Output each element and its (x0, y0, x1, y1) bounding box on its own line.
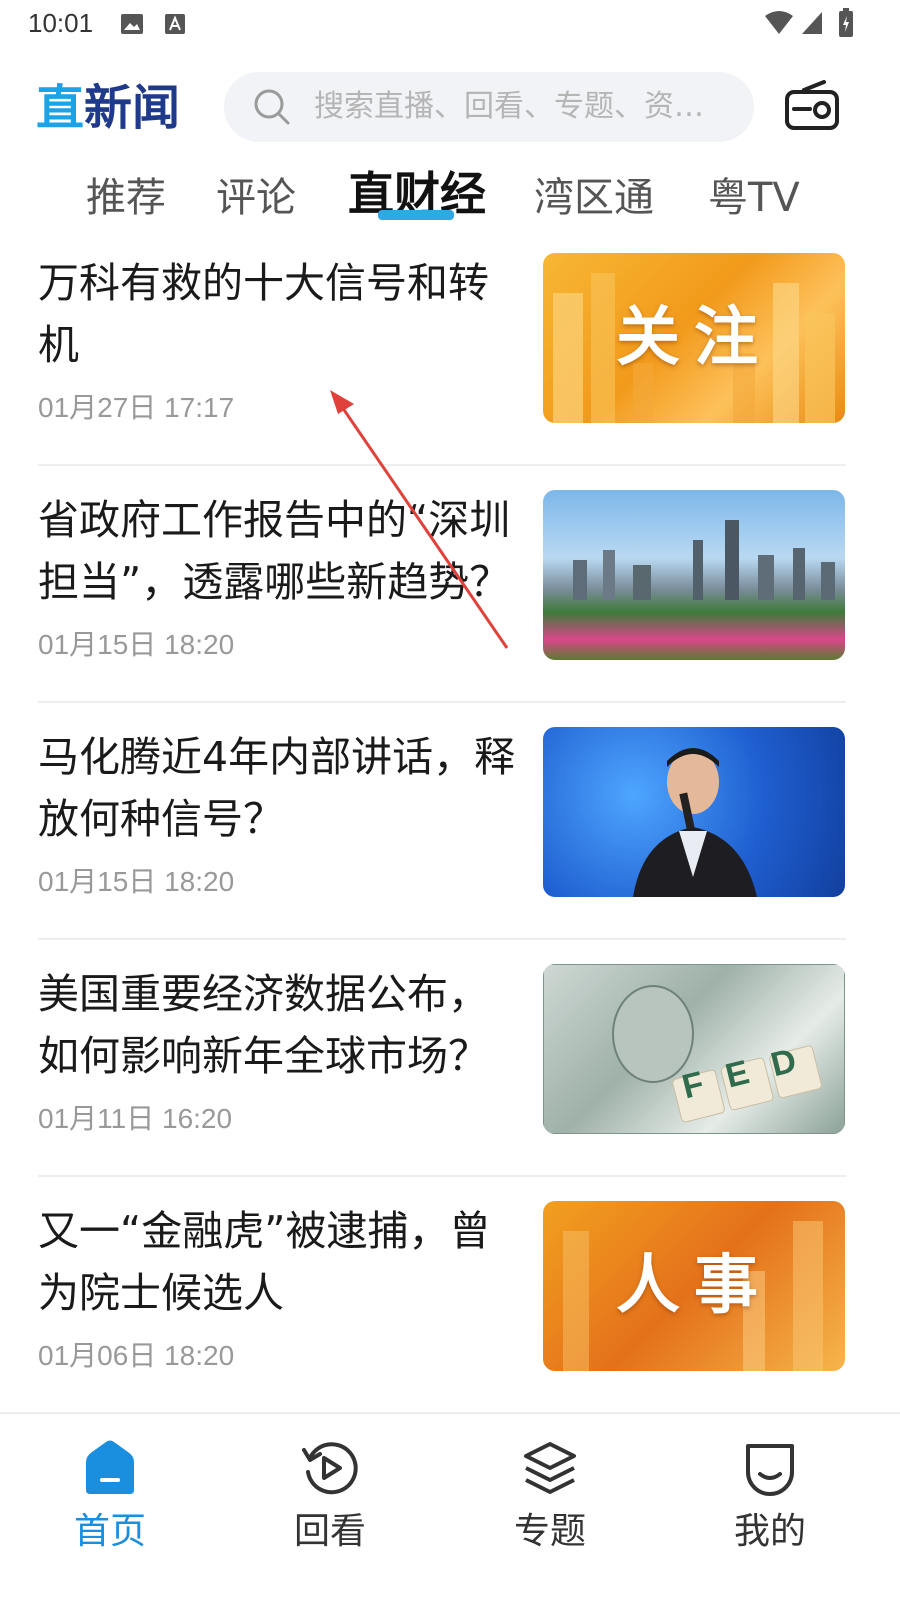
news-item[interactable]: 马化腾近4年内部讲话，释放何种信号？ 01月15日 18:20 (0, 714, 900, 951)
search-icon (254, 89, 290, 125)
divider (38, 464, 846, 466)
news-item[interactable]: 美国重要经济数据公布，如何影响新年全球市场？ 01月11日 16:20 FED (0, 951, 900, 1188)
logo-first-char: 直 (36, 80, 85, 136)
home-icon (86, 1440, 134, 1494)
nav-profile[interactable]: 我的 (690, 1414, 850, 1600)
news-date: 01月06日 18:20 (38, 1340, 235, 1371)
nav-label: 首页 (73, 1511, 146, 1552)
news-title[interactable]: 万科有救的十大信号和转机 (38, 252, 518, 376)
nav-home[interactable]: 首页 (30, 1414, 190, 1600)
thumb-label: 关注 (616, 301, 772, 375)
news-date: 01月15日 18:20 (38, 866, 235, 897)
nav-label: 专题 (513, 1511, 586, 1552)
bottom-nav: 首页 回看 专题 我的 (0, 1412, 900, 1600)
status-bar: 10:01 (0, 0, 900, 48)
skyline-graphic (573, 520, 835, 600)
news-title[interactable]: 马化腾近4年内部讲话，释放何种信号？ (38, 726, 518, 850)
divider (38, 701, 846, 703)
image-notification-icon (121, 14, 143, 34)
nav-replay[interactable]: 回看 (250, 1414, 410, 1600)
signal-icon (802, 12, 822, 34)
active-tab-indicator (378, 210, 454, 220)
divider (38, 1175, 846, 1177)
divider (38, 938, 846, 940)
news-title[interactable]: 美国重要经济数据公布，如何影响新年全球市场？ (38, 963, 518, 1087)
replay-icon (302, 1442, 358, 1495)
radio-icon[interactable] (784, 78, 840, 134)
nav-label: 我的 (733, 1511, 806, 1552)
nav-label: 回看 (293, 1511, 366, 1552)
speaker-graphic (633, 748, 757, 897)
profile-icon (746, 1444, 794, 1496)
news-thumbnail[interactable]: 人事 (543, 1201, 845, 1371)
news-thumbnail[interactable] (543, 727, 845, 897)
tab-recommend[interactable]: 推荐 (86, 170, 166, 226)
news-title[interactable]: 又一“金融虎”被逮捕，曾为院士候选人 (38, 1200, 518, 1324)
logo-rest-text: 新闻 (84, 80, 181, 136)
news-thumbnail[interactable] (543, 490, 845, 660)
news-title[interactable]: 省政府工作报告中的“深圳担当”，透露哪些新趋势？ (38, 489, 518, 613)
tab-bay-area[interactable]: 湾区通 (534, 170, 654, 226)
channel-tabs: 推荐 评论 直财经 湾区通 粤TV (0, 160, 900, 232)
battery-icon (839, 8, 853, 37)
tab-comment[interactable]: 评论 (216, 170, 296, 226)
layers-icon (524, 1442, 576, 1494)
app-logo[interactable]: 直新闻 (36, 80, 180, 136)
news-thumbnail[interactable]: 关注 (543, 253, 845, 423)
status-time: 10:01 (28, 8, 94, 38)
news-item[interactable]: 省政府工作报告中的“深圳担当”，透露哪些新趋势？ 01月15日 18:20 (0, 477, 900, 714)
tab-guangdong-tv[interactable]: 粤TV (708, 170, 800, 226)
search-box[interactable]: 搜索直播、回看、专题、资… (224, 72, 754, 142)
news-date: 01月27日 17:17 (38, 392, 235, 423)
news-item[interactable]: 又一“金融虎”被逮捕，曾为院士候选人 01月06日 18:20 人事 (0, 1188, 900, 1425)
search-placeholder: 搜索直播、回看、专题、资… (314, 89, 704, 124)
wifi-icon (765, 11, 793, 34)
news-item[interactable]: 万科有救的十大信号和转机 01月27日 17:17 关注 (0, 240, 900, 477)
news-date: 01月11日 16:20 (38, 1103, 233, 1134)
news-thumbnail[interactable]: FED (543, 964, 845, 1134)
font-notification-icon (165, 14, 185, 34)
news-date: 01月15日 18:20 (38, 629, 235, 660)
thumb-label: 人事 (616, 1249, 772, 1323)
nav-topics[interactable]: 专题 (470, 1414, 630, 1600)
